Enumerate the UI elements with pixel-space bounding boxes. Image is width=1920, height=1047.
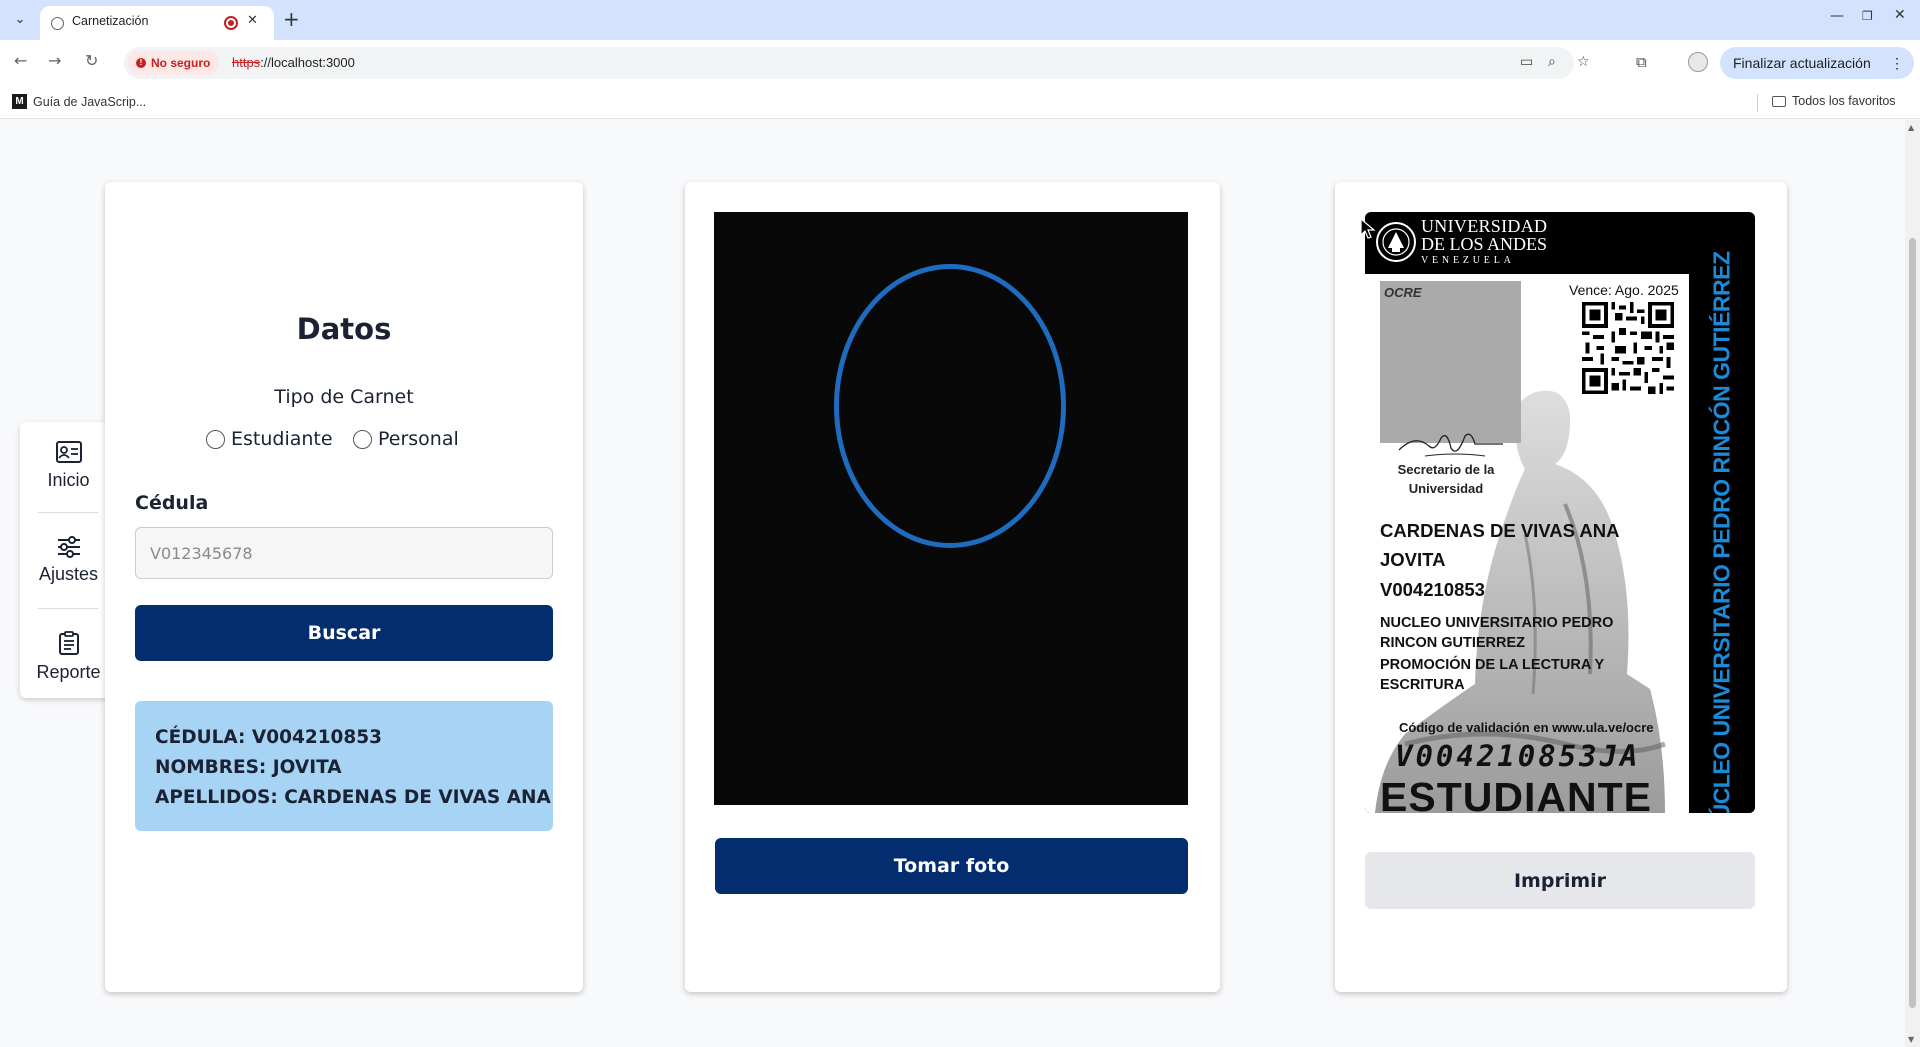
url-text[interactable]: https://localhost:3000 — [232, 55, 355, 70]
bookmark-item[interactable]: M Guía de JavaScrip... — [12, 94, 146, 109]
folder-icon — [1772, 95, 1786, 107]
nav-item-inicio[interactable]: Inicio — [20, 422, 117, 512]
take-photo-button[interactable]: Tomar foto — [715, 838, 1188, 894]
id-card: UNIVERSIDAD DE LOS ANDES VENEZUELA OCRE … — [1365, 212, 1755, 813]
reload-icon[interactable]: ↻ — [85, 51, 98, 70]
security-chip[interactable]: ! No seguro — [128, 51, 220, 75]
card-type-label: Tipo de Carnet — [274, 386, 414, 408]
more-menu-icon[interactable]: ⋮ — [1890, 47, 1904, 79]
radio-personal[interactable]: Personal — [353, 428, 459, 450]
nav-item-ajustes[interactable]: Ajustes — [20, 518, 117, 608]
holder-program: PROMOCIÓN DE LA LECTURA Y ESCRITURA — [1380, 657, 1604, 693]
clipboard-icon — [59, 631, 79, 655]
qr-code-icon — [1582, 302, 1674, 394]
card-type-banner: ESTUDIANTE — [1380, 774, 1652, 813]
update-button[interactable]: Finalizar actualización ⋮ — [1720, 47, 1914, 79]
tab-title: Carnetización — [72, 14, 149, 28]
id-card-preview-card: UNIVERSIDAD DE LOS ANDES VENEZUELA OCRE … — [1335, 182, 1787, 992]
back-arrow-icon[interactable]: ← — [14, 51, 27, 70]
bookmarks-divider — [1757, 94, 1758, 112]
radio-circle[interactable] — [353, 429, 372, 449]
radio-circle[interactable] — [206, 429, 225, 449]
result-cedula: CÉDULA: V004210853 — [155, 727, 383, 748]
address-bar[interactable]: ! No seguro https://localhost:3000 ▭ ⌕ ☆ — [124, 47, 1590, 79]
bookmark-star-icon[interactable]: ☆ — [1577, 54, 1590, 70]
validation-note: Código de validación en www.ula.ve/ocre — [1399, 720, 1654, 735]
photo-watermark-label: OCRE — [1384, 285, 1422, 300]
scroll-up-icon[interactable]: ▲ — [1908, 123, 1914, 132]
photo-placeholder: OCRE — [1380, 281, 1521, 443]
holder-name-line1: CARDENAS DE VIVAS ANA — [1380, 520, 1620, 541]
profile-avatar[interactable] — [1688, 52, 1708, 72]
sliders-icon — [58, 536, 80, 558]
all-bookmarks[interactable]: Todos los favoritos — [1772, 94, 1896, 108]
bookmarks-bar: M Guía de JavaScrip... Todos los favorit… — [0, 86, 1920, 119]
side-navigation: Inicio Ajustes Reporte — [20, 422, 117, 698]
expiration-date: Vence: Ago. 2025 — [1569, 282, 1679, 298]
scroll-down-icon[interactable]: ▼ — [1908, 1035, 1914, 1044]
camera-preview — [714, 212, 1188, 805]
camera-card: Tomar foto — [685, 182, 1220, 992]
mdn-icon: M — [12, 94, 27, 109]
holder-nucleus: NUCLEO UNIVERSITARIO PEDRO RINCON GUTIER… — [1380, 615, 1614, 651]
radio-estudiante[interactable]: Estudiante — [206, 428, 333, 450]
nav-label: Reporte — [36, 662, 101, 682]
update-button-label: Finalizar actualización — [1733, 55, 1871, 71]
radio-label: Estudiante — [231, 428, 333, 450]
id-card-icon — [56, 441, 82, 463]
globe-icon — [51, 17, 64, 30]
result-apellidos: APELLIDOS: CARDENAS DE VIVAS ANA — [155, 787, 551, 808]
window-close-icon[interactable]: ✕ — [1894, 7, 1906, 23]
search-button[interactable]: Buscar — [135, 605, 553, 661]
new-tab-plus-icon[interactable]: + — [283, 7, 300, 31]
restore-icon[interactable]: ❐ — [1862, 9, 1873, 23]
holder-id-number: V004210853 — [1380, 579, 1485, 600]
browser-tab[interactable]: Carnetización ✕ — [40, 6, 274, 40]
page-content: Inicio Ajustes Reporte Datos Tipo de Car… — [0, 120, 1905, 1047]
cedula-label: Cédula — [135, 492, 209, 514]
nav-item-reporte[interactable]: Reporte — [20, 614, 117, 704]
side-band-text: NÚCLEO UNIVERSITARIO PEDRO RINCÓN GUTIÉR… — [1708, 251, 1735, 813]
browser-toolbar: ← → ↻ ! No seguro https://localhost:3000… — [0, 40, 1920, 86]
nav-divider — [38, 608, 98, 609]
minimize-icon[interactable]: — — [1830, 8, 1844, 24]
nav-label: Inicio — [47, 470, 90, 490]
id-card-side-band: NÚCLEO UNIVERSITARIO PEDRO RINCÓN GUTIÉR… — [1689, 251, 1755, 813]
scrollbar-thumb[interactable] — [1909, 238, 1916, 1008]
signature-image — [1398, 433, 1503, 457]
warning-icon: ! — [136, 58, 146, 68]
university-name-line1: UNIVERSIDAD — [1421, 216, 1548, 236]
university-name-line2: DE LOS ANDES — [1421, 234, 1548, 254]
browser-tab-bar: ⌄ Carnetización ✕ + — ❐ ✕ — [0, 0, 1920, 40]
zoom-icon[interactable]: ⌕ — [1548, 54, 1556, 70]
all-bookmarks-label: Todos los favoritos — [1792, 94, 1896, 108]
university-seal-icon — [1376, 222, 1416, 262]
person-result-box: CÉDULA: V004210853 NOMBRES: JOVITA APELL… — [135, 701, 553, 831]
secretary-title-line2: Universidad — [1408, 481, 1484, 496]
print-button[interactable]: Imprimir — [1365, 852, 1755, 909]
cedula-input[interactable] — [135, 527, 553, 579]
result-nombres: NOMBRES: JOVITA — [155, 757, 342, 778]
camera-icon[interactable]: ▭ — [1520, 54, 1533, 70]
tab-search-chevron-icon[interactable]: ⌄ — [10, 10, 30, 30]
recording-icon — [224, 16, 238, 30]
validation-code: V004210853JA — [1395, 739, 1641, 773]
data-form-card: Datos Tipo de Carnet Estudiante Personal… — [105, 182, 583, 992]
nav-divider — [38, 512, 98, 513]
secretary-title-line1: Secretario de la — [1397, 462, 1495, 477]
form-title: Datos — [296, 312, 392, 346]
face-guide-oval — [834, 264, 1066, 548]
holder-name-line2: JOVITA — [1380, 549, 1446, 570]
id-card-body: OCRE Vence: Ago. 2025 Secretario de la U… — [1365, 274, 1689, 813]
bookmark-label: Guía de JavaScrip... — [33, 94, 147, 109]
security-label: No seguro — [151, 56, 211, 70]
forward-arrow-icon[interactable]: → — [48, 51, 61, 70]
extensions-icon[interactable]: ⧉ — [1636, 53, 1647, 71]
close-tab-icon[interactable]: ✕ — [247, 13, 258, 28]
mouse-cursor-icon — [1360, 218, 1376, 239]
radio-label: Personal — [378, 428, 459, 450]
nav-label: Ajustes — [38, 564, 99, 584]
university-name-line3: VENEZUELA — [1421, 255, 1515, 266]
page-scrollbar[interactable]: ▲ ▼ — [1905, 120, 1920, 1047]
